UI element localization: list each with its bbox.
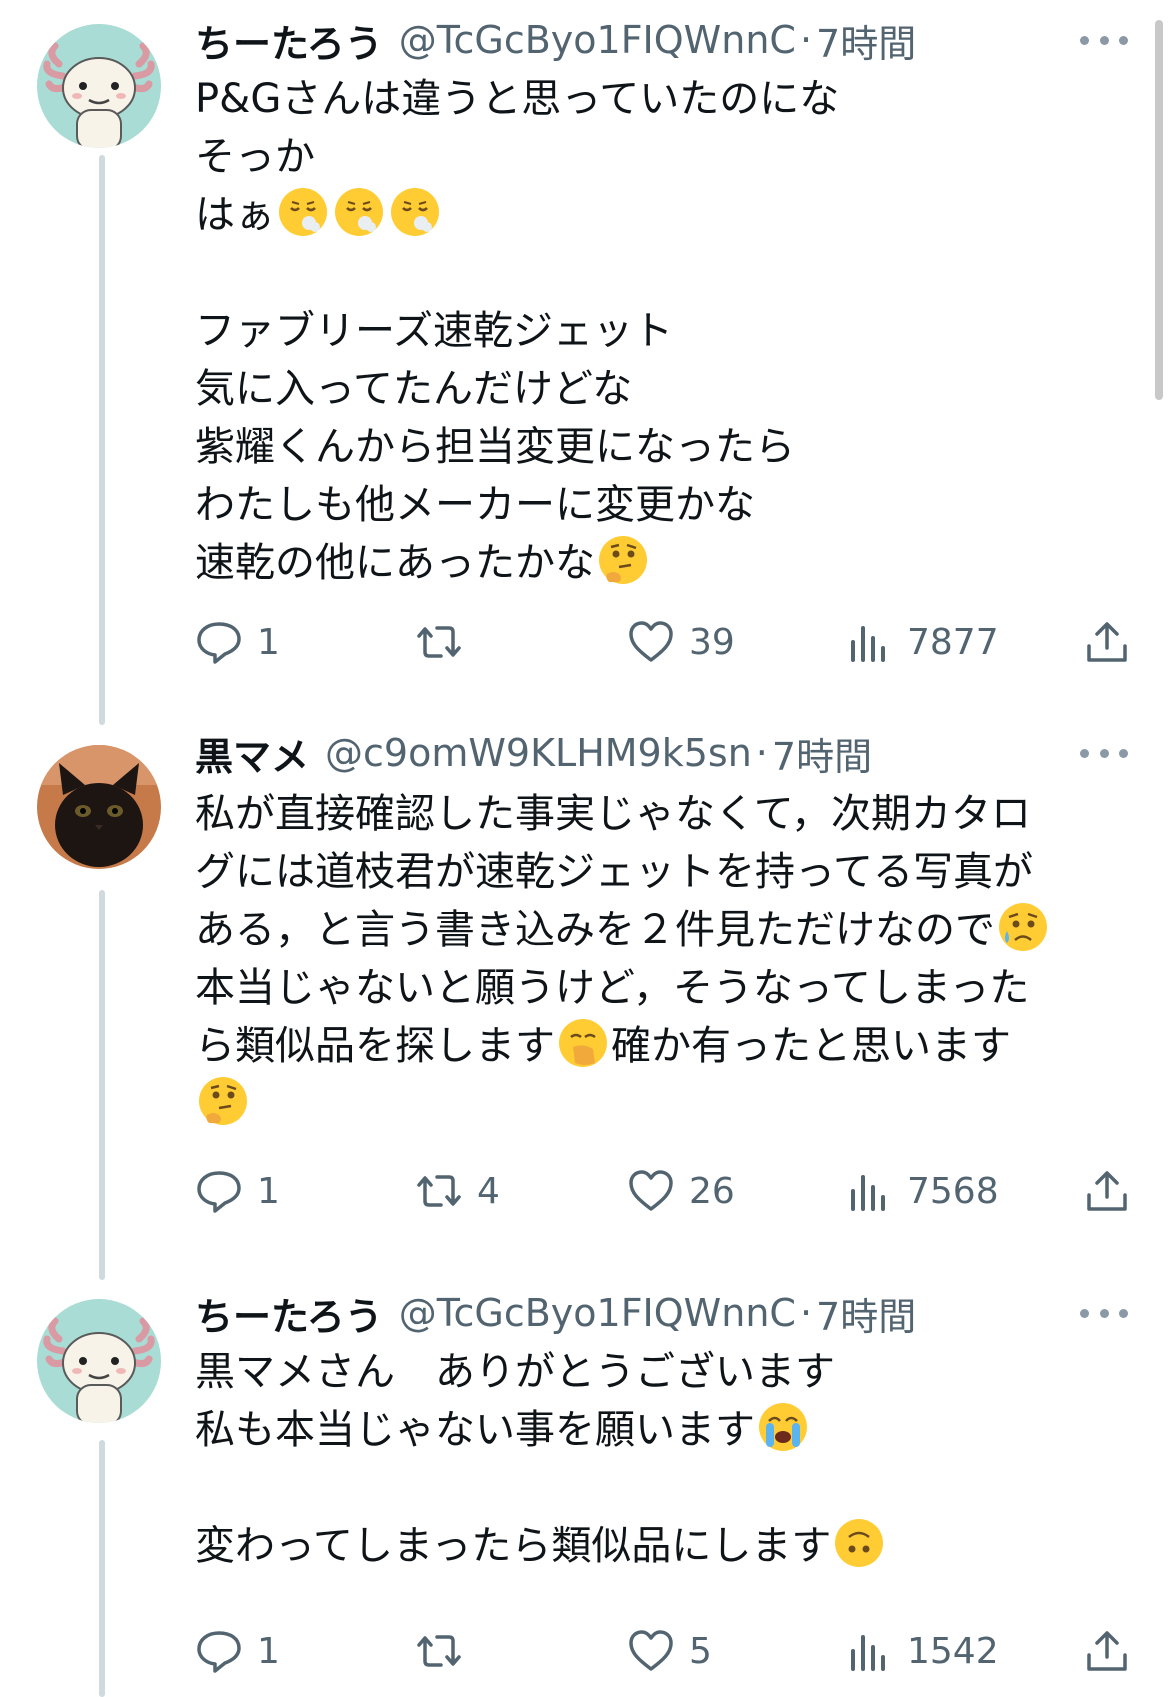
text-line: ある，と言う書き込みを２件見ただけなので (195, 907, 995, 953)
text-line: 紫耀くんから担当変更になったら (195, 424, 795, 470)
share-button[interactable] (1083, 1163, 1131, 1219)
share-button[interactable] (1083, 1623, 1131, 1679)
separator-dot: · (755, 731, 768, 775)
tweet-text: 私が直接確認した事実じゃなくて，次期カタロ グには道枝君が速乾ジェットを持ってる… (195, 785, 1095, 1133)
text-line: はぁ (195, 192, 275, 238)
loudly-crying-face-emoji (757, 1401, 809, 1453)
views-button[interactable]: 7568 (845, 1163, 999, 1219)
user-handle[interactable]: @TcGcByo1FIQWnnC (399, 1291, 796, 1335)
reply-count: 1 (257, 1170, 280, 1212)
views-button[interactable]: 7877 (845, 614, 999, 670)
tweet-header: ちーたろう @TcGcByo1FIQWnnC · 7時間 (195, 1286, 916, 1341)
exhale-face-emoji (277, 186, 329, 238)
views-icon (851, 1175, 885, 1211)
text-line: 速乾の他にあったかな (195, 540, 595, 586)
more-options-icon[interactable] (1080, 30, 1128, 50)
tweet-actions: 1 4 26 7568 (195, 1163, 1135, 1219)
thinking-face-emoji (197, 1075, 249, 1127)
reply-icon (197, 1631, 241, 1673)
view-count: 1542 (907, 1630, 999, 1672)
text-line: ら類似品を探します (195, 1023, 555, 1069)
text-line: 本当じゃないと願うけど，そうなってしまった (195, 965, 1030, 1011)
heart-icon (629, 1630, 673, 1671)
user-handle[interactable]: @TcGcByo1FIQWnnC (399, 18, 796, 62)
retweet-icon (417, 1175, 461, 1207)
share-icon (1087, 1631, 1127, 1671)
views-icon (851, 626, 885, 662)
like-button[interactable]: 5 (627, 1623, 712, 1679)
tweet-actions: 1 39 7877 (195, 614, 1135, 670)
view-count: 7877 (907, 621, 999, 663)
tweet-actions: 1 5 1542 (195, 1623, 1135, 1679)
reply-count: 1 (257, 1630, 280, 1672)
text-line: 私が直接確認した事実じゃなくて，次期カタロ (195, 791, 1031, 837)
scrollbar[interactable] (1155, 20, 1163, 400)
reply-button[interactable]: 1 (195, 1623, 280, 1679)
display-name[interactable]: ちーたろう (195, 13, 383, 68)
text-line: ファブリーズ速乾ジェット (195, 308, 673, 354)
exhale-face-emoji (333, 186, 385, 238)
like-count: 39 (689, 621, 735, 663)
avatar[interactable] (37, 1299, 161, 1423)
retweet-icon (417, 1635, 461, 1667)
sad-but-relieved-face-emoji (997, 901, 1049, 953)
share-icon (1087, 1171, 1127, 1211)
views-button[interactable]: 1542 (845, 1623, 999, 1679)
tweet[interactable]: 黒マメ @c9omW9KLHM9k5sn · 7時間 私が直接確認した事実じゃな… (0, 725, 1170, 1245)
text-line: そっか (195, 134, 315, 180)
tweet-header: 黒マメ @c9omW9KLHM9k5sn · 7時間 (195, 726, 872, 781)
tweet[interactable]: ちーたろう @TcGcByo1FIQWnnC · 7時間 P&Gさんは違うと思っ… (0, 0, 1170, 700)
text-line: 確か有ったと思います (611, 1023, 1011, 1069)
avatar[interactable] (37, 745, 161, 869)
share-button[interactable] (1083, 614, 1131, 670)
face-with-hand-over-mouth-emoji (557, 1017, 609, 1069)
tweet-header: ちーたろう @TcGcByo1FIQWnnC · 7時間 (195, 13, 916, 68)
timestamp[interactable]: 7時間 (816, 13, 916, 68)
separator-dot: · (799, 1291, 813, 1335)
exhale-face-emoji (389, 186, 441, 238)
retweet-count: 4 (477, 1170, 500, 1212)
heart-icon (629, 1170, 673, 1211)
text-line: グには道枝君が速乾ジェットを持ってる写真が (195, 849, 1033, 895)
text-line: 変わってしまったら類似品にします (195, 1523, 832, 1569)
timestamp[interactable]: 7時間 (772, 726, 872, 781)
timestamp[interactable]: 7時間 (816, 1286, 916, 1341)
tweet[interactable]: ちーたろう @TcGcByo1FIQWnnC · 7時間 黒マメさん ありがとう… (0, 1275, 1170, 1695)
text-line: 黒マメさん ありがとうございます (195, 1349, 835, 1395)
reply-button[interactable]: 1 (195, 614, 280, 670)
retweet-button[interactable]: 4 (415, 1163, 500, 1219)
reply-icon (197, 622, 241, 664)
text-line: 私も本当じゃない事を願います (195, 1407, 755, 1453)
display-name[interactable]: ちーたろう (195, 1286, 383, 1341)
text-line: わたしも他メーカーに変更かな (195, 482, 755, 528)
more-options-icon[interactable] (1080, 1303, 1128, 1323)
heart-icon (629, 621, 673, 662)
retweet-button[interactable] (415, 614, 477, 670)
share-icon (1087, 622, 1127, 662)
separator-dot: · (799, 18, 813, 62)
tweet-text: P&Gさんは違うと思っていたのにな そっか はぁ ファブリーズ速乾ジェット 気に… (195, 70, 1095, 592)
views-icon (851, 1635, 885, 1671)
display-name[interactable]: 黒マメ (195, 726, 309, 781)
like-button[interactable]: 26 (627, 1163, 735, 1219)
text-line: P&Gさんは違うと思っていたのにな (195, 76, 840, 122)
reply-icon (197, 1171, 241, 1213)
reply-count: 1 (257, 621, 280, 663)
thinking-face-emoji (597, 534, 649, 586)
reply-button[interactable]: 1 (195, 1163, 280, 1219)
more-options-icon[interactable] (1080, 743, 1128, 763)
retweet-icon (417, 626, 461, 658)
text-line: 気に入ってたんだけどな (195, 366, 633, 412)
user-handle[interactable]: @c9omW9KLHM9k5sn (325, 731, 752, 775)
like-count: 5 (689, 1630, 712, 1672)
avatar[interactable] (37, 24, 161, 148)
view-count: 7568 (907, 1170, 999, 1212)
retweet-button[interactable] (415, 1623, 477, 1679)
upside-down-face-emoji (833, 1517, 885, 1569)
like-count: 26 (689, 1170, 735, 1212)
like-button[interactable]: 39 (627, 614, 735, 670)
tweet-text: 黒マメさん ありがとうございます 私も本当じゃない事を願います 変わってしまった… (195, 1343, 1095, 1575)
